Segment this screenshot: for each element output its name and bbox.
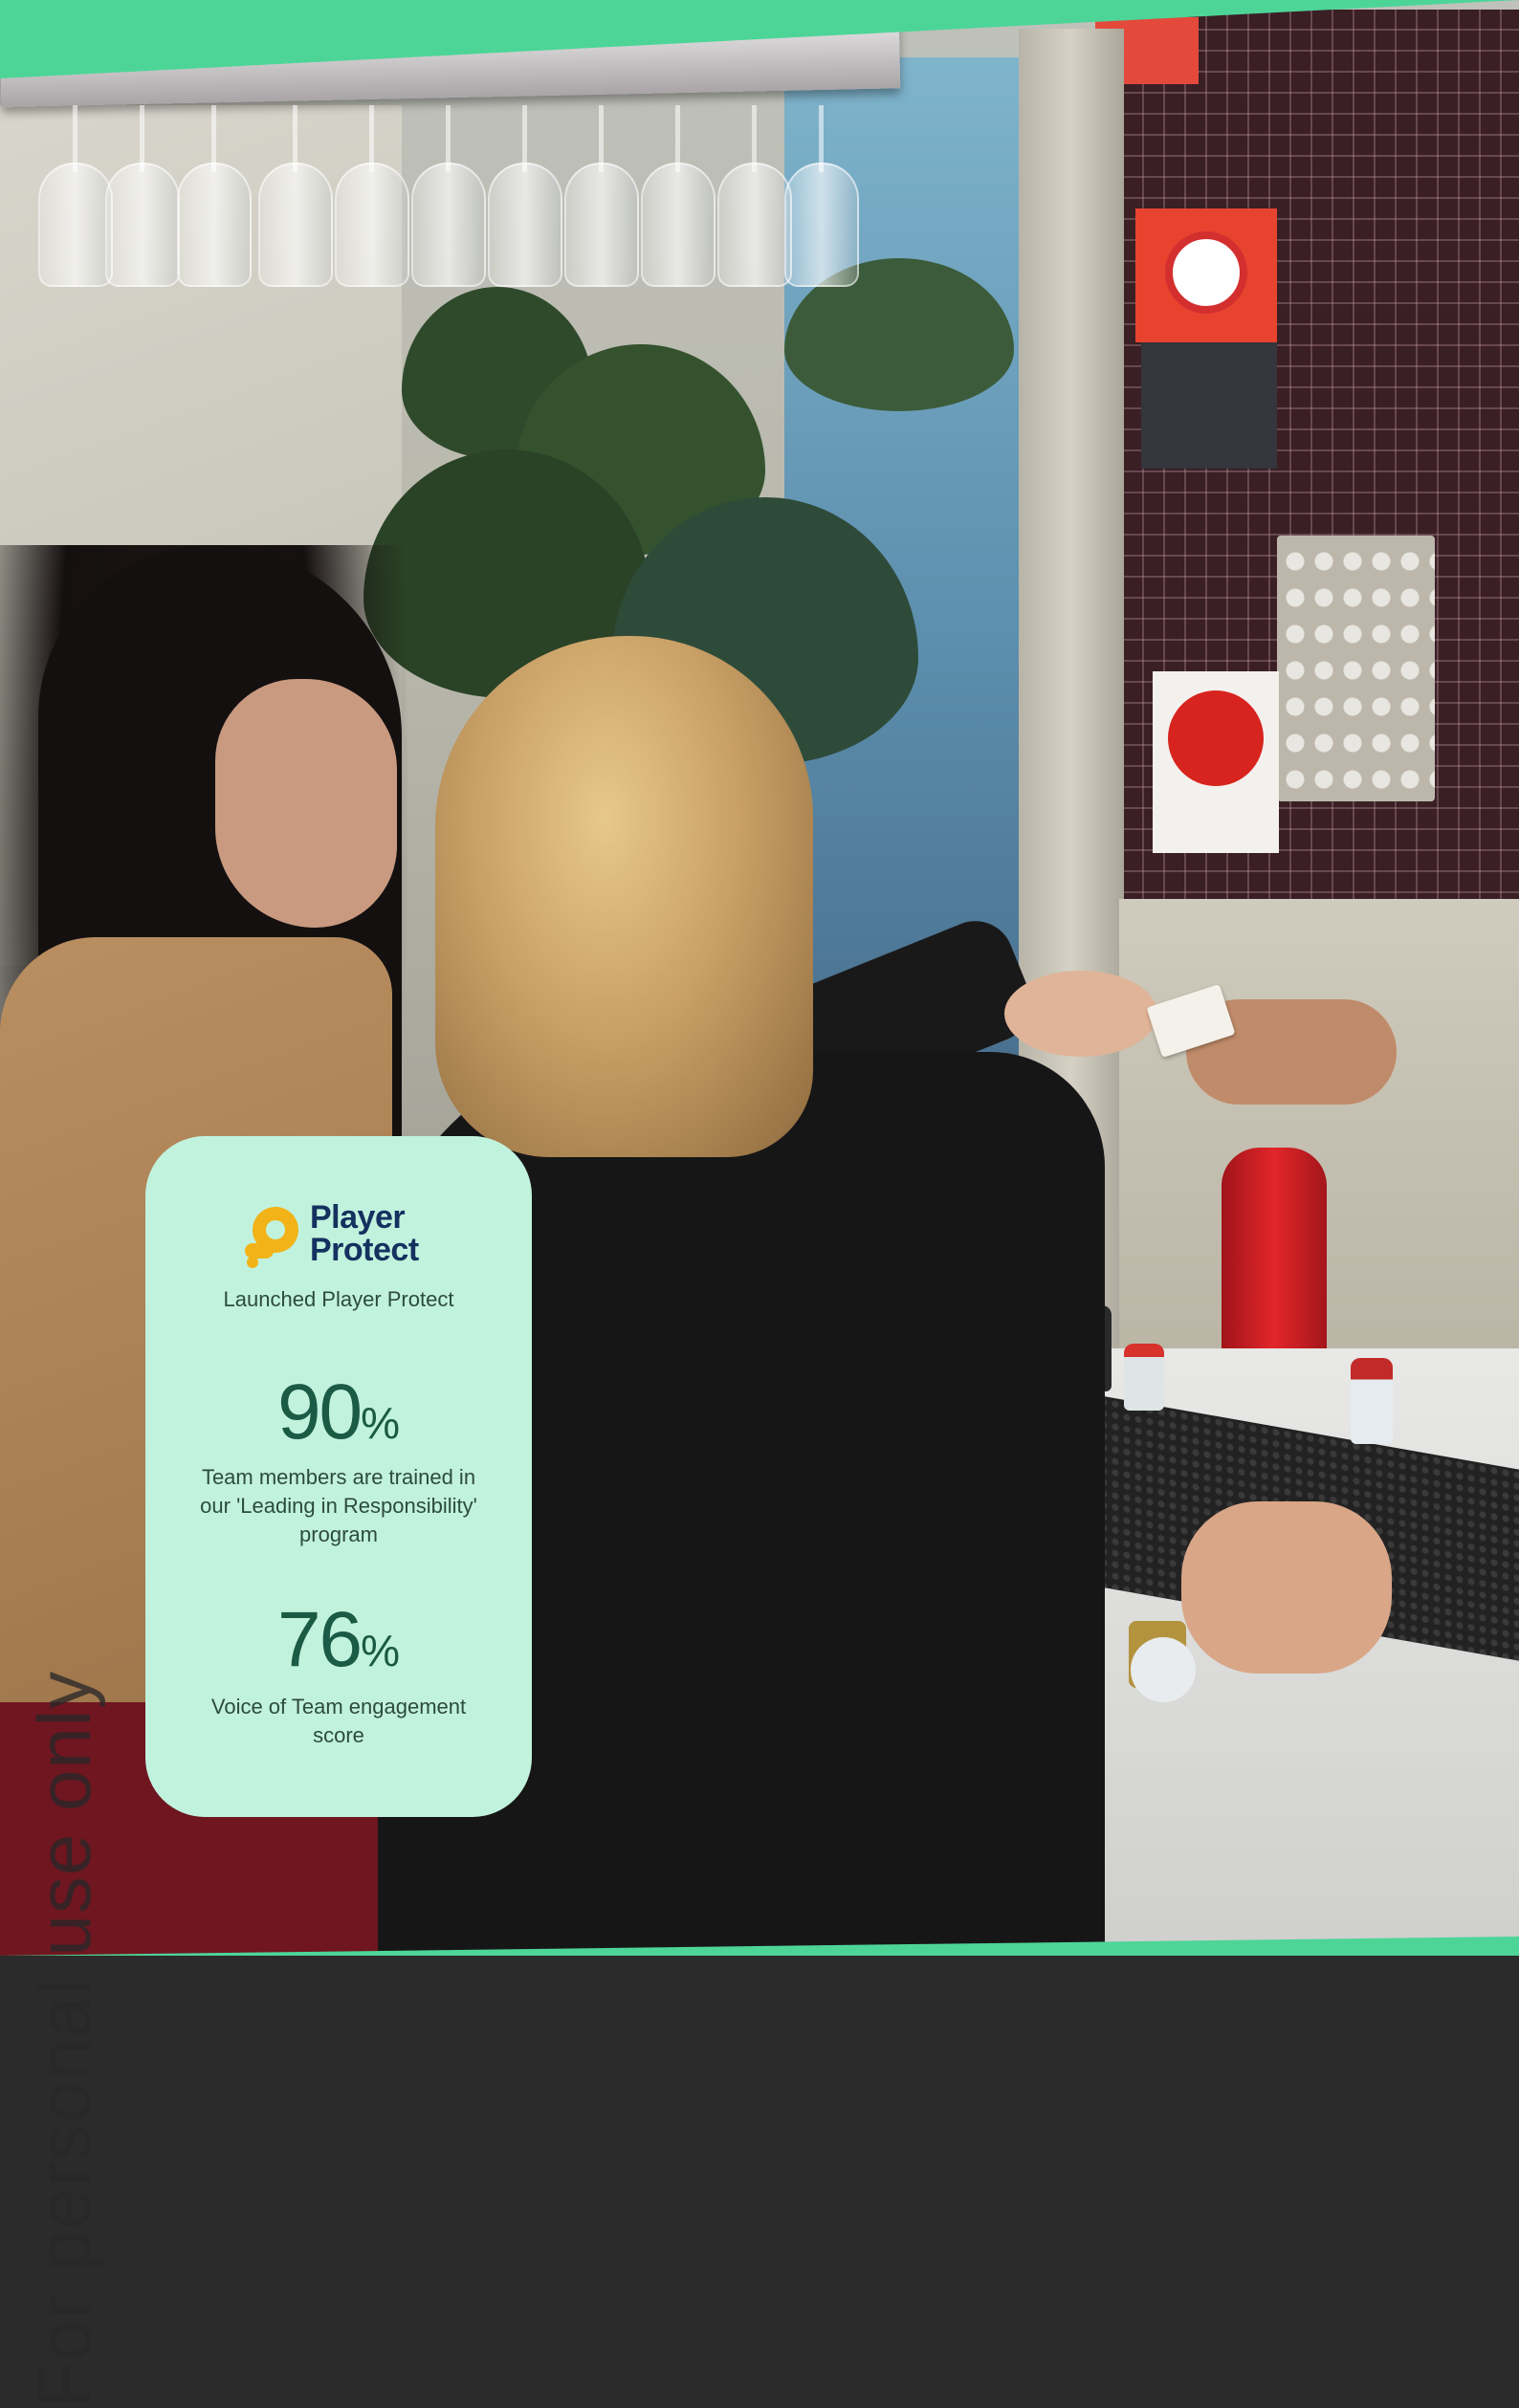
stats-card: Player Protect Launched Player Protect 9… <box>145 1136 532 1817</box>
stat-value: 90 <box>276 1368 363 1456</box>
logo-wordmark: Player Protect <box>310 1201 419 1266</box>
bottle <box>1124 1344 1164 1411</box>
resting-hand <box>1181 1501 1392 1674</box>
stat-description: Team members are trained in our 'Leading… <box>200 1465 477 1546</box>
wine-glasses <box>38 105 880 296</box>
stat-value: 76 <box>276 1596 363 1683</box>
player-protect-logo-icon <box>245 1207 298 1268</box>
customer-hand <box>1004 971 1157 1057</box>
player-protect-logo: Player Protect <box>241 1201 451 1274</box>
bottle <box>1351 1358 1393 1444</box>
notice-sign <box>1141 342 1277 469</box>
blonde-hair <box>435 636 813 1157</box>
launch-caption: Launched Player Protect <box>223 1287 454 1311</box>
keypad-panel <box>1277 536 1435 801</box>
watch-icon <box>1131 1637 1196 1702</box>
stat-training: 90% <box>145 1368 532 1457</box>
logo-line-1: Player <box>310 1199 406 1236</box>
stat-engagement: 76% <box>145 1595 532 1685</box>
watermark: For personal use only <box>22 1670 106 2408</box>
stat-description: Voice of Team engagement score <box>210 1695 467 1747</box>
stat-unit: % <box>361 1626 401 1675</box>
stat-unit: % <box>361 1398 401 1448</box>
warning-circle-icon <box>1168 690 1264 786</box>
logo-line-2: Protect <box>310 1232 419 1268</box>
person-left-face <box>215 679 397 928</box>
prohibition-icon <box>1165 231 1247 314</box>
